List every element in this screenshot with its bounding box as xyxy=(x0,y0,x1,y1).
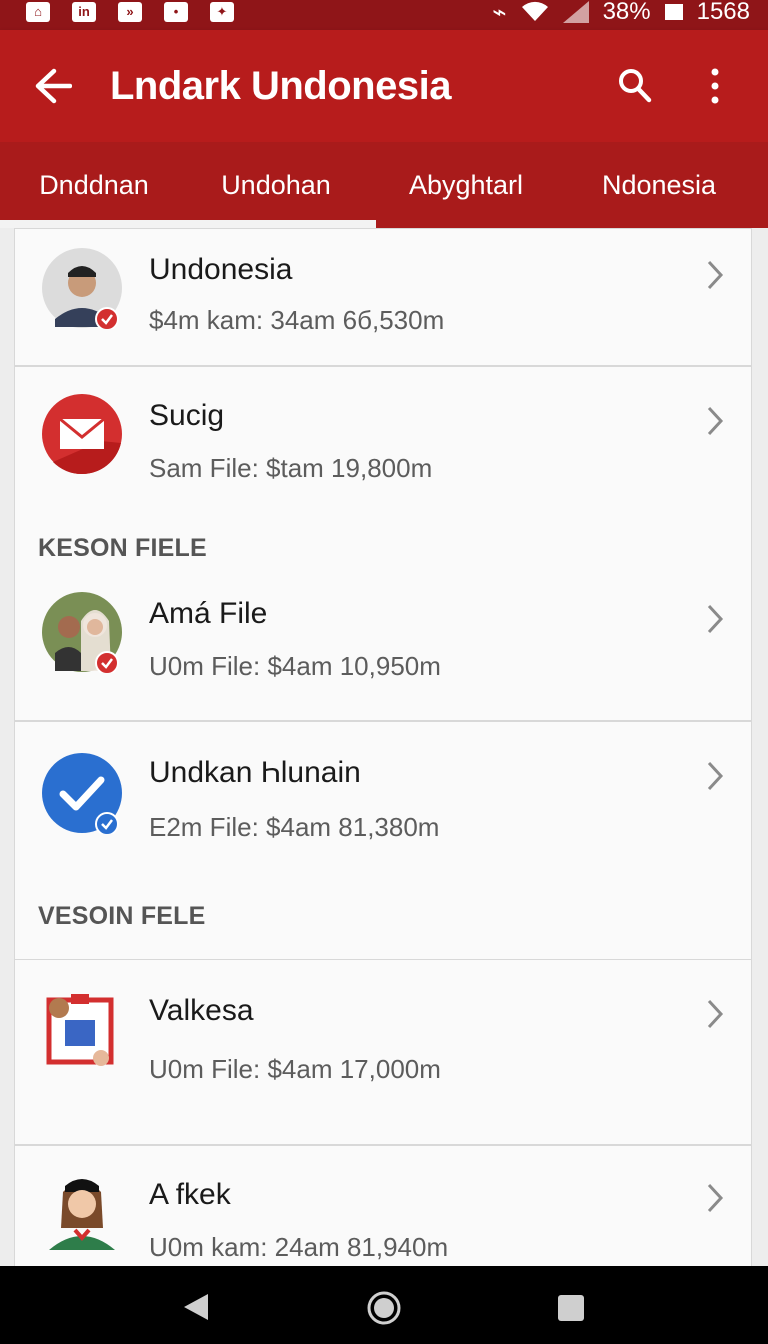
list-item[interactable]: A fkek U0m kam: 24am 81,940m xyxy=(14,1145,752,1268)
item-subtitle: U0m File: $4am 17,000m xyxy=(149,1054,441,1084)
wifi-icon xyxy=(521,1,548,21)
woman-avatar xyxy=(49,1179,115,1250)
item-title: A fkek xyxy=(149,1178,231,1211)
item-subtitle: E2m File: $4am 81,380m xyxy=(149,812,440,842)
linkedin-icon: in xyxy=(72,2,96,22)
battery-icon xyxy=(664,4,683,20)
status-time: 1568 xyxy=(696,0,750,25)
nav-home-icon[interactable] xyxy=(366,1290,402,1326)
home-icon: ⌂ xyxy=(26,2,50,22)
nav-recents-icon[interactable] xyxy=(556,1293,586,1323)
tab-indicator xyxy=(0,220,376,228)
tab-undohan[interactable]: Undohan xyxy=(182,142,370,228)
signal-icon xyxy=(562,1,589,23)
list-item[interactable]: Amá File U0m File: $4am 10,950m xyxy=(14,573,752,721)
group-photo-avatar xyxy=(42,592,122,673)
file-list[interactable]: Undonesia $4m kam: 34am 6б,530m Sucig Sa… xyxy=(14,228,754,1268)
status-notification-icons: ⌂ in » • ✦ xyxy=(26,0,234,24)
app-bar: Lndark Undonesia xyxy=(0,30,768,142)
item-title: Sucig xyxy=(149,399,225,432)
chevron-right-icon xyxy=(707,260,724,290)
search-icon[interactable] xyxy=(618,68,652,104)
list-item[interactable]: Undonesia $4m kam: 34am 6б,530m xyxy=(14,228,752,366)
battery-percent: 38% xyxy=(602,0,651,25)
vibrate-icon: ⌁ xyxy=(492,0,507,26)
list-item[interactable]: Valkesa U0m File: $4am 17,000m xyxy=(14,959,752,1145)
page-title: Lndark Undonesia xyxy=(110,64,451,108)
sparkle-icon: ✦ xyxy=(210,2,234,22)
chevron-right-icon xyxy=(707,761,724,791)
chevron-right-icon xyxy=(707,406,724,436)
chevron-right-icon xyxy=(707,604,724,634)
arrow-left-icon[interactable] xyxy=(34,68,72,104)
notification-icon: • xyxy=(164,2,188,22)
item-subtitle: U0m File: $4am 10,950m xyxy=(149,651,441,681)
person-avatar xyxy=(42,248,122,329)
item-subtitle: $4m kam: 34am 6б,530m xyxy=(149,305,445,335)
tab-abyghtarl[interactable]: Abyghtarl xyxy=(372,142,560,228)
item-title: Undonesia xyxy=(149,253,293,286)
nav-back-icon[interactable] xyxy=(182,1292,210,1322)
tab-ndonesia[interactable]: Ndonesia xyxy=(565,142,753,228)
more-vert-icon[interactable] xyxy=(706,68,724,104)
tab-dnddnan[interactable]: Dnddnan xyxy=(0,142,188,228)
media-icon: » xyxy=(118,2,142,22)
item-title: Valkesa xyxy=(149,994,254,1027)
chevron-right-icon xyxy=(707,999,724,1029)
clipboard-hand-icon xyxy=(46,994,114,1066)
item-title: Amá File xyxy=(149,597,268,630)
item-title: Undkan Һlunain xyxy=(149,756,361,789)
check-circle-icon xyxy=(42,753,122,834)
tab-bar: Dnddnan Undohan Abyghtarl Ndonesia xyxy=(0,142,768,228)
section-header: VESOIN FELE xyxy=(38,902,206,930)
chevron-right-icon xyxy=(707,1183,724,1213)
section-header: KESON FIELE xyxy=(38,534,207,562)
status-bar: ⌂ in » • ✦ ⌁ 38% 1568 xyxy=(0,0,768,30)
status-system: ⌁ 38% 1568 xyxy=(492,0,750,27)
mail-icon xyxy=(42,394,122,475)
system-nav-bar xyxy=(0,1266,768,1344)
item-subtitle: U0m kam: 24am 81,940m xyxy=(149,1232,449,1262)
item-subtitle: Sam File: $tam 19,800m xyxy=(149,453,433,483)
